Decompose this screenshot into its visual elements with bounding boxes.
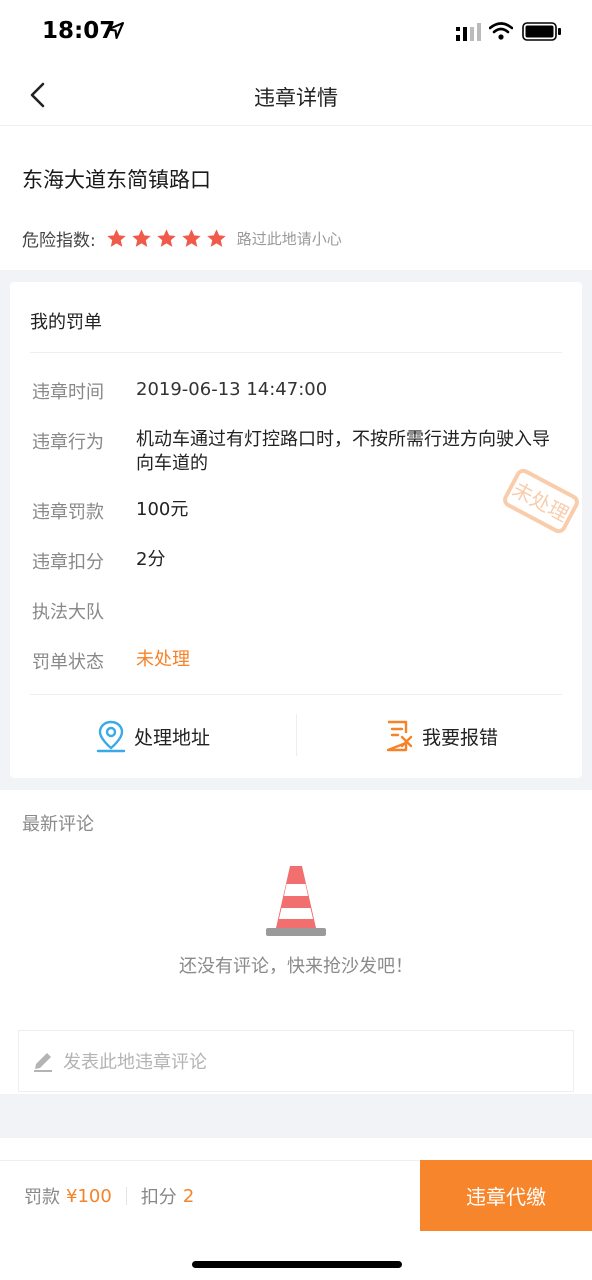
wifi-icon	[489, 22, 513, 40]
row-value: 机动车通过有灯控路口时，不按所需行进方向驶入导向车道的	[136, 429, 550, 474]
comments-heading: 最新评论	[22, 814, 94, 835]
divider	[296, 714, 297, 756]
row-value: 2019-06-13 14:47:00	[136, 379, 328, 400]
stamp-text: 未处理	[508, 477, 572, 526]
process-address-label: 处理地址	[134, 726, 211, 749]
row-value: 2分	[136, 549, 166, 570]
nav-bar: 违章详情	[0, 64, 592, 126]
traffic-cone-icon	[266, 866, 326, 936]
status-badge: 未处理	[136, 649, 190, 670]
home-indicator[interactable]	[192, 1261, 402, 1268]
cellular-signal-icon	[456, 23, 481, 41]
pencil-icon	[34, 1053, 52, 1072]
star-icon	[207, 228, 226, 247]
danger-index: 危险指数: 路过此地请小心	[22, 226, 342, 251]
report-error-button[interactable]: 我要报错	[384, 714, 498, 758]
danger-label: 危险指数:	[22, 230, 96, 251]
section-background	[0, 1094, 592, 1138]
status-time: 18:07	[42, 18, 116, 44]
location-arrow-icon	[107, 22, 124, 39]
fine-summary: 罚款 ¥100 扣分 2	[24, 1183, 194, 1209]
fine-label: 罚款	[24, 1187, 60, 1208]
row-label: 罚单状态	[32, 652, 104, 673]
row-value: 100元	[136, 499, 189, 520]
map-pin-icon	[96, 720, 126, 753]
star-icon	[132, 228, 151, 247]
unprocessed-stamp: 未处理	[503, 468, 579, 534]
points-value: 2	[182, 1185, 195, 1207]
fine-card: 我的罚单 违章时间 2019-06-13 14:47:00 违章行为 机动车通过…	[10, 282, 582, 778]
row-label: 违章罚款	[32, 502, 104, 523]
danger-note: 路过此地请小心	[236, 229, 342, 248]
report-error-icon	[386, 720, 413, 752]
star-icon	[182, 228, 201, 247]
process-address-button[interactable]: 处理地址	[96, 714, 210, 758]
pay-fine-button[interactable]: 违章代缴	[420, 1160, 592, 1231]
row-label: 违章时间	[32, 382, 104, 403]
location-section: 东海大道东简镇路口 危险指数: 路过此地请小心	[0, 126, 592, 270]
card-title: 我的罚单	[30, 312, 102, 333]
divider	[125, 1187, 127, 1205]
page-title: 违章详情	[254, 86, 338, 110]
report-error-label: 我要报错	[422, 726, 499, 749]
row-label: 违章行为	[32, 432, 104, 453]
points-label: 扣分	[140, 1187, 177, 1208]
battery-icon	[522, 22, 561, 41]
comment-placeholder: 发表此地违章评论	[63, 1052, 207, 1073]
fine-value: ¥100	[66, 1185, 112, 1207]
danger-stars	[106, 228, 227, 249]
empty-comments-text: 还没有评论，快来抢沙发吧！	[179, 956, 413, 977]
divider	[30, 694, 562, 695]
location-name: 东海大道东简镇路口	[22, 168, 211, 192]
star-icon	[107, 228, 126, 247]
comment-input[interactable]: 发表此地违章评论	[18, 1030, 574, 1092]
bottom-bar: 罚款 ¥100 扣分 2 违章代缴	[0, 1160, 592, 1231]
row-label: 违章扣分	[32, 552, 104, 573]
status-bar: 18:07	[0, 0, 592, 64]
row-label: 执法大队	[32, 602, 104, 623]
divider	[30, 352, 562, 353]
star-icon	[157, 228, 176, 247]
